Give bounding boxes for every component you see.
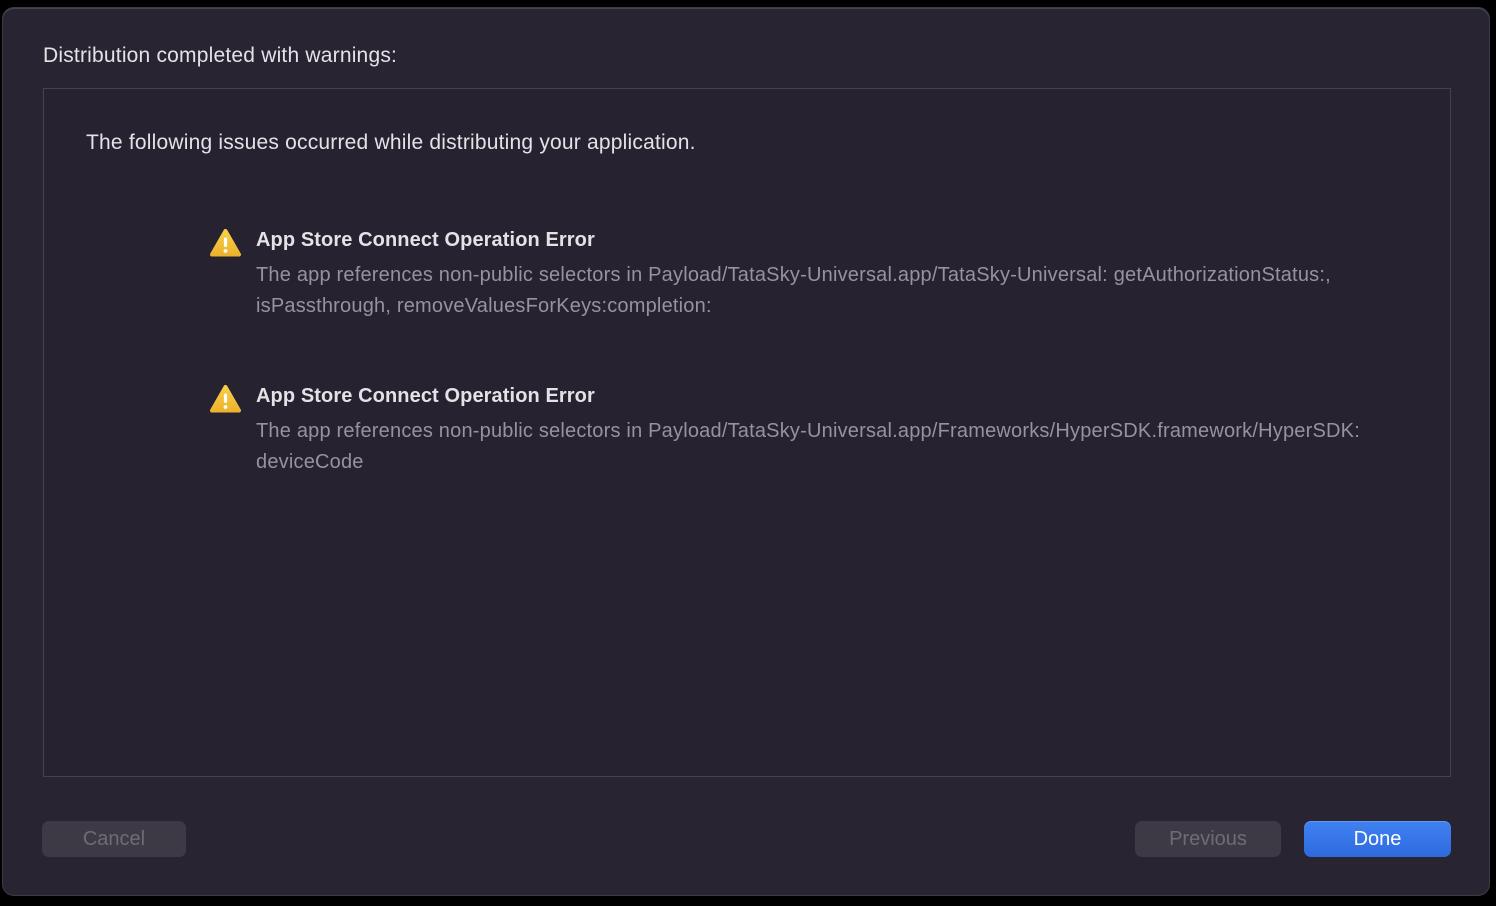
panel-heading: The following issues occurred while dist…: [86, 131, 696, 155]
warning-triangle-icon: [209, 384, 242, 414]
distribution-dialog: Distribution completed with warnings: Th…: [2, 7, 1490, 896]
issue-detail: The app references non-public selectors …: [256, 416, 1406, 478]
warning-triangle-icon: [209, 228, 242, 258]
cancel-button[interactable]: Cancel: [42, 821, 186, 857]
dialog-title: Distribution completed with warnings:: [43, 44, 397, 68]
issue-row: App Store Connect Operation Error The ap…: [209, 382, 1406, 478]
previous-button[interactable]: Previous: [1135, 821, 1281, 857]
done-button[interactable]: Done: [1304, 821, 1451, 857]
issue-body: App Store Connect Operation Error The ap…: [256, 382, 1406, 478]
issues-panel: The following issues occurred while dist…: [43, 88, 1451, 777]
issue-body: App Store Connect Operation Error The ap…: [256, 226, 1406, 322]
issue-row: App Store Connect Operation Error The ap…: [209, 226, 1406, 322]
issue-detail: The app references non-public selectors …: [256, 260, 1406, 322]
issue-title: App Store Connect Operation Error: [256, 382, 1406, 410]
issue-title: App Store Connect Operation Error: [256, 226, 1406, 254]
